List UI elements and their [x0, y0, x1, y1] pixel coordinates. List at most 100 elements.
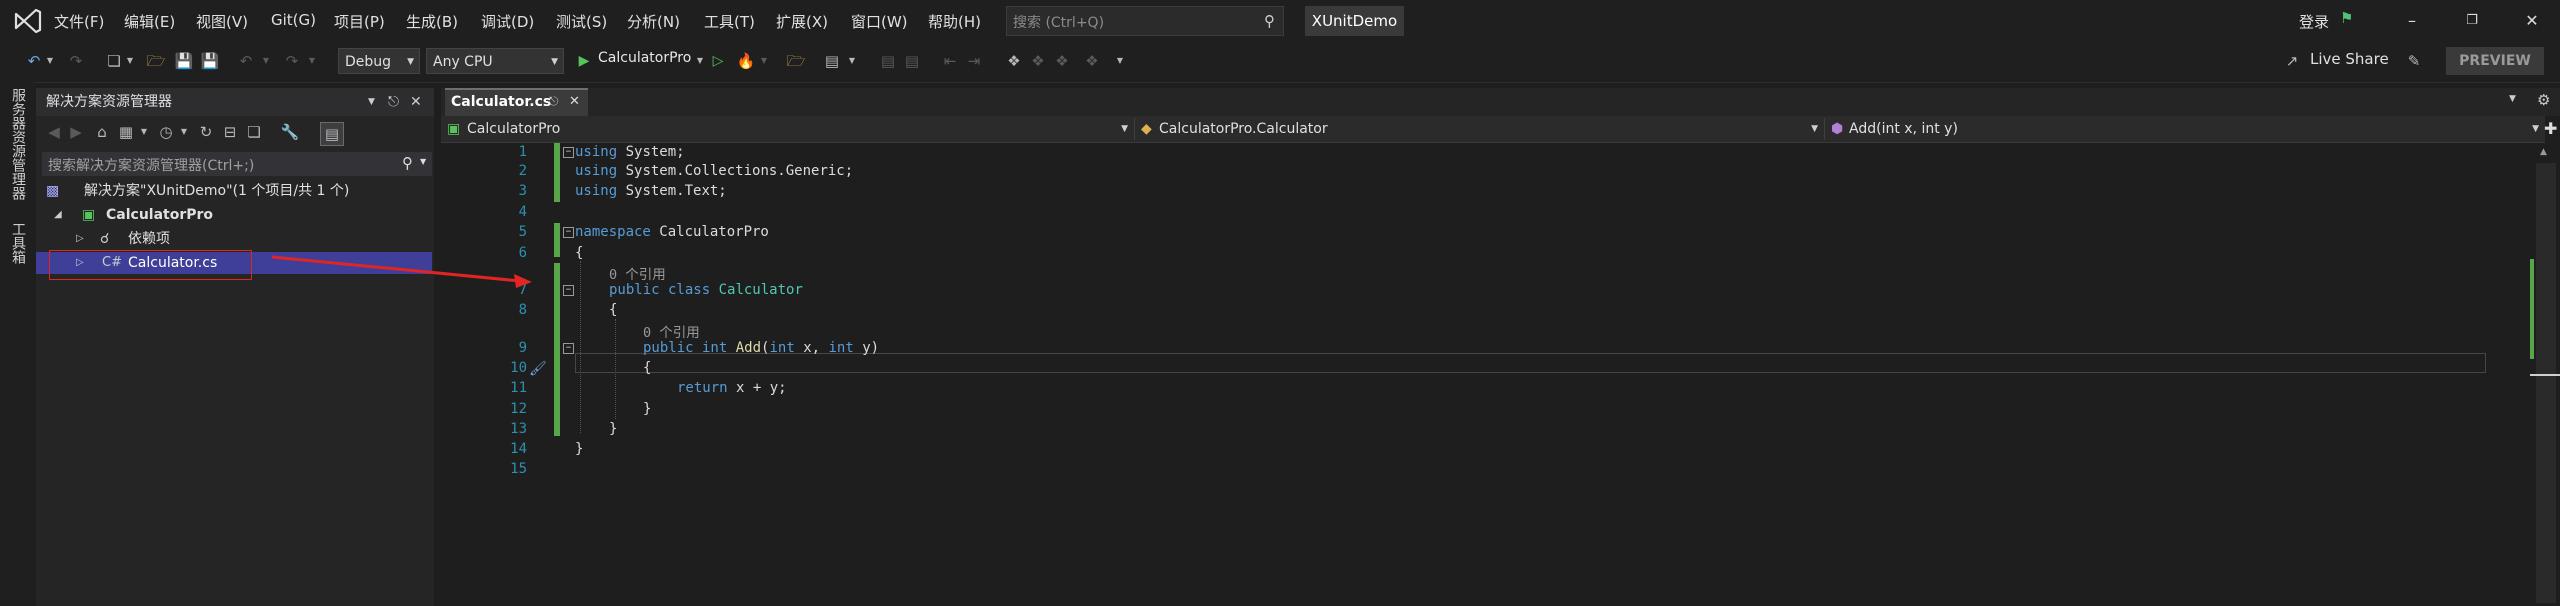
menu-analyze[interactable]: 分析(N) — [627, 11, 680, 32]
menu-test[interactable]: 测试(S) — [556, 11, 607, 32]
menu-project[interactable]: 项目(P) — [334, 11, 385, 32]
next-bookmark-icon[interactable]: ❖ — [1052, 51, 1072, 71]
split-editor-icon[interactable]: ✚ — [2544, 119, 2557, 138]
collapse-icon[interactable]: − — [563, 343, 574, 354]
uncomment-icon[interactable]: ▤ — [902, 51, 922, 71]
start-without-debugging-icon[interactable]: ▷ — [708, 51, 728, 71]
redo-dropdown-icon[interactable]: ▼ — [302, 51, 322, 71]
tree-dependencies-node[interactable]: ▷ ☌ 依赖项 — [36, 228, 434, 250]
collapse-icon[interactable]: − — [563, 227, 574, 238]
tree-project-node[interactable]: ◢ ▣ CalculatorPro — [36, 204, 434, 226]
live-share-button[interactable]: Live Share — [2310, 50, 2389, 68]
undo-dropdown-icon[interactable]: ▼ — [256, 51, 276, 71]
hot-reload-dropdown-icon[interactable]: ▼ — [754, 51, 774, 71]
reference-count-hint[interactable]: 0 个引用 — [643, 321, 700, 341]
pending-changes-icon[interactable]: ◷ — [156, 122, 176, 142]
vertical-scrollbar[interactable]: ▲ — [2530, 143, 2560, 606]
scrollbar-track[interactable] — [2536, 163, 2556, 603]
menu-view[interactable]: 视图(V) — [196, 11, 248, 32]
quick-actions-icon[interactable]: 🖌 — [529, 361, 547, 377]
reference-count-hint[interactable]: 0 个引用 — [609, 263, 666, 283]
save-all-icon[interactable]: 💾 — [200, 51, 220, 71]
sync-icon[interactable]: ↻ — [196, 122, 216, 142]
class-dropdown[interactable]: ◆ CalculatorPro.Calculator ▼ — [1135, 118, 1825, 140]
server-explorer-tab[interactable]: 服务器资源管理器 — [8, 88, 28, 200]
global-search-input[interactable]: 搜索 (Ctrl+Q) ⚲ — [1006, 6, 1284, 36]
back-dropdown-icon[interactable]: ▼ — [40, 51, 60, 71]
collapsed-caret-icon[interactable]: ▷ — [76, 228, 84, 250]
indent-icon[interactable]: ⇥ — [964, 51, 984, 71]
collapse-icon[interactable]: − — [563, 285, 574, 296]
menu-window[interactable]: 窗口(W) — [851, 11, 908, 32]
menu-extensions[interactable]: 扩展(X) — [776, 11, 828, 32]
close-panel-icon[interactable]: ✕ — [410, 88, 422, 116]
navigate-forward-icon[interactable]: ↷ — [66, 51, 86, 71]
menu-help[interactable]: 帮助(H) — [928, 11, 981, 32]
tab-calculator-cs[interactable]: Calculator.cs ⎋ ✕ — [445, 88, 588, 116]
expanded-caret-icon[interactable]: ◢ — [54, 204, 62, 226]
save-icon[interactable]: 💾 — [174, 51, 194, 71]
settings-gear-icon[interactable]: ⚙ — [2537, 91, 2550, 109]
search-options-icon[interactable]: ▼ — [420, 157, 426, 166]
open-folder-icon[interactable]: 🗁 — [146, 51, 166, 71]
start-target-button[interactable]: CalculatorPro — [598, 50, 691, 66]
feedback-icon[interactable]: ✎ — [2404, 51, 2424, 71]
menu-git[interactable]: Git(G) — [271, 11, 316, 29]
hot-reload-icon[interactable]: 🔥 — [736, 51, 756, 71]
live-share-icon[interactable]: ↗ — [2282, 51, 2302, 71]
redo-icon[interactable]: ↷ — [282, 51, 302, 71]
home-icon[interactable]: ⌂ — [92, 122, 112, 142]
solution-search-input[interactable]: 搜索解决方案资源管理器(Ctrl+;) ⚲ ▼ — [42, 152, 432, 176]
menu-build[interactable]: 生成(B) — [406, 11, 458, 32]
minimize-icon[interactable]: – — [2390, 8, 2434, 34]
layout-dropdown-icon[interactable]: ▼ — [842, 51, 862, 71]
close-tab-icon[interactable]: ✕ — [569, 94, 580, 109]
tree-solution-node[interactable]: ▩ 解决方案"XUnitDemo"(1 个项目/共 1 个) — [36, 180, 434, 202]
menu-file[interactable]: 文件(F) — [54, 11, 104, 32]
menu-tools[interactable]: 工具(T) — [704, 11, 755, 32]
tab-list-icon[interactable]: ▼ — [2509, 94, 2516, 104]
preview-selected-icon[interactable]: ▤ — [320, 122, 344, 146]
collapse-all-icon[interactable]: ⊟ — [220, 122, 240, 142]
switch-views-dropdown-icon[interactable]: ▼ — [134, 122, 154, 142]
undo-icon[interactable]: ↶ — [236, 51, 256, 71]
menu-edit[interactable]: 编辑(E) — [124, 11, 175, 32]
scroll-up-icon[interactable]: ▲ — [2540, 147, 2547, 157]
pending-changes-dropdown-icon[interactable]: ▼ — [174, 122, 194, 142]
close-window-icon[interactable]: ✕ — [2510, 8, 2554, 34]
panel-options-icon[interactable]: ▼ — [368, 88, 375, 116]
show-all-files-icon[interactable]: ❏ — [244, 122, 264, 142]
code-line: { — [575, 245, 584, 261]
toolbox-tab[interactable]: 工具箱 — [8, 222, 28, 264]
project-dropdown[interactable]: ▣ CalculatorPro ▼ — [445, 118, 1135, 140]
clear-bookmarks-icon[interactable]: ❖ — [1082, 51, 1102, 71]
solution-folder-icon[interactable]: 🗁 — [786, 51, 806, 71]
properties-icon[interactable]: 🔧 — [280, 122, 300, 142]
platform-select[interactable]: Any CPU ▼ — [426, 48, 564, 74]
comment-icon[interactable]: ▤ — [878, 51, 898, 71]
layout-icon[interactable]: ▤ — [822, 51, 842, 71]
line-number: 15 — [510, 461, 527, 477]
forward-icon[interactable]: ▶ — [66, 122, 86, 142]
bookmark-icon[interactable]: ❖ — [1004, 51, 1024, 71]
new-dropdown-icon[interactable]: ▼ — [120, 51, 140, 71]
pin-tab-icon[interactable]: ⎋ — [549, 94, 559, 109]
account-icon[interactable]: ⚑ — [2340, 9, 2353, 27]
member-dropdown[interactable]: ⬢ Add(int x, int y) ▼ — [1825, 118, 2545, 140]
restore-icon[interactable]: ❐ — [2450, 8, 2494, 34]
configuration-select[interactable]: Debug ▼ — [338, 48, 420, 74]
visual-studio-logo-icon[interactable] — [12, 8, 44, 34]
toolbar-overflow-icon[interactable]: ▼ — [1110, 51, 1130, 71]
sign-in-link[interactable]: 登录 — [2299, 11, 2329, 32]
start-target-dropdown-icon[interactable]: ▼ — [690, 51, 710, 71]
code-area[interactable]: 1 2 3 4 5 6 7 8 9 10 11 12 13 14 15 − − … — [441, 143, 2530, 606]
start-debugging-icon[interactable]: ▶ — [574, 51, 594, 71]
menu-debug[interactable]: 调试(D) — [481, 11, 534, 32]
back-icon[interactable]: ◀ — [44, 122, 64, 142]
switch-views-icon[interactable]: ▦ — [116, 122, 136, 142]
collapse-icon[interactable]: − — [563, 147, 574, 158]
preview-button[interactable]: PREVIEW — [2446, 47, 2544, 75]
prev-bookmark-icon[interactable]: ❖ — [1028, 51, 1048, 71]
pin-icon[interactable]: ⎋ — [388, 88, 399, 116]
outdent-icon[interactable]: ⇤ — [940, 51, 960, 71]
